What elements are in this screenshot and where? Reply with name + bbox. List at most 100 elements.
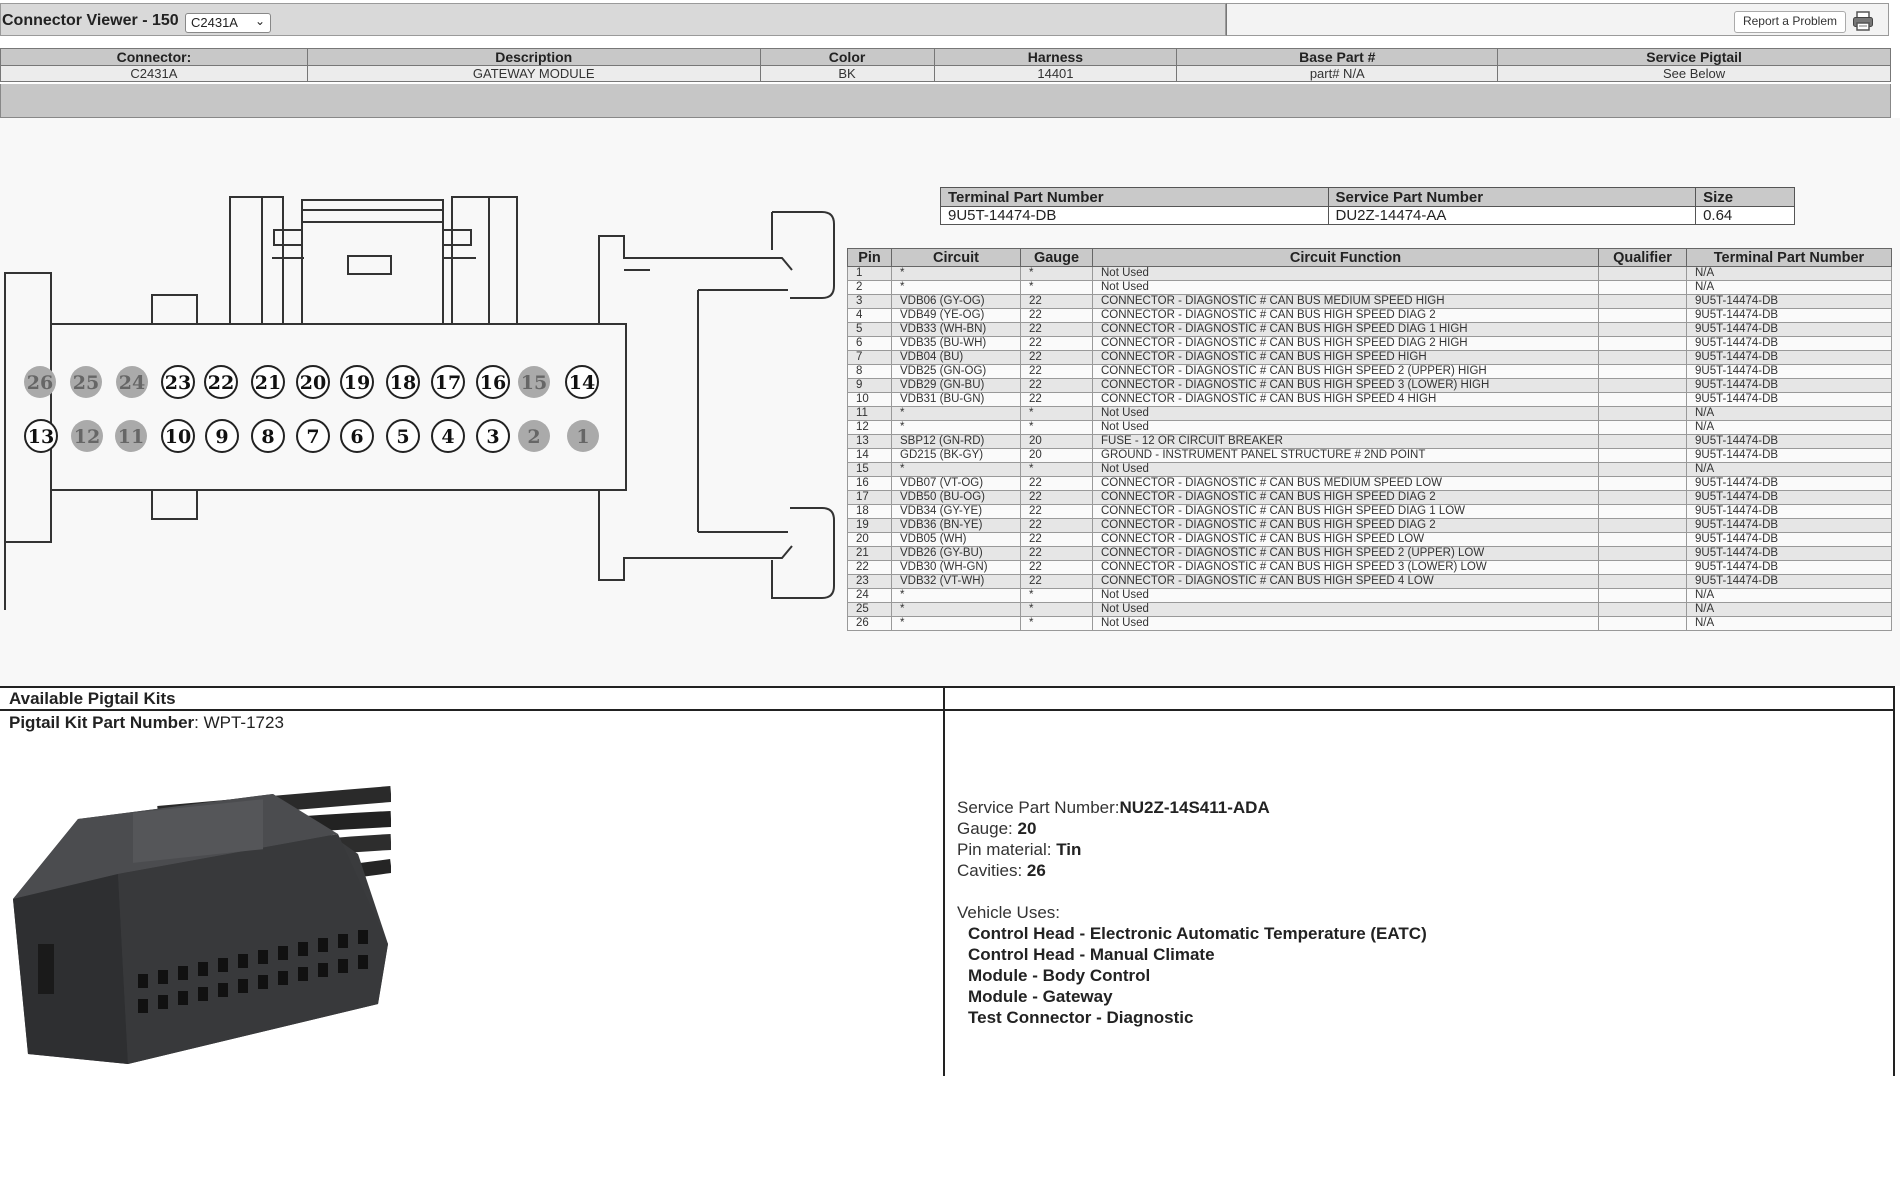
- terminal-cell: 9U5T-14474-DB: [1686, 378, 1892, 393]
- pin-table: Pin Circuit Gauge Circuit Function Quali…: [847, 248, 1892, 631]
- terminal-cell: N/A: [1686, 602, 1892, 617]
- qualifier-cell: [1598, 588, 1687, 603]
- circuit-cell: VDB33 (WH-BN): [891, 322, 1021, 337]
- circuit-cell: VDB26 (GY-BU): [891, 546, 1021, 561]
- table-row: 21 VDB26 (GY-BU) 22 CONNECTOR - DIAGNOSTIC …: [847, 546, 1892, 561]
- table-row: 14 GD215 (BK-GY) 20 GROUND - INSTRUMENT PAN…: [847, 448, 1892, 463]
- gauge-cell: 22: [1020, 364, 1093, 379]
- terminal-cell: 9U5T-14474-DB: [1686, 448, 1892, 463]
- table-row: 18 VDB34 (GY-YE) 22 CONNECTOR - DIAGNOSTIC …: [847, 504, 1892, 519]
- pin-7: 7: [296, 419, 330, 453]
- terminal-header-service: Service Part Number: [1327, 187, 1697, 207]
- pin-cell: 17: [847, 490, 892, 505]
- table-row: 3 VDB06 (GY-OG) 22 CONNECTOR - DIAGNOSTIC #…: [847, 294, 1892, 309]
- circuit-cell: *: [891, 602, 1021, 617]
- chevron-down-icon: ⌄: [254, 14, 265, 28]
- pin-material-line: Pin material: Tin: [957, 839, 1427, 860]
- toolbar-right: Report a Problem: [1226, 3, 1889, 36]
- qualifier-cell: [1598, 434, 1687, 449]
- pin-cell: 15: [847, 462, 892, 477]
- circuit-cell: *: [891, 280, 1021, 295]
- qualifier-cell: [1598, 364, 1687, 379]
- function-cell: GROUND - INSTRUMENT PANEL STRUCTURE # 2N…: [1092, 448, 1599, 463]
- gauge-cell: 22: [1020, 574, 1093, 589]
- circuit-cell: SBP12 (GN-RD): [891, 434, 1021, 449]
- header-service-pigtail: Service Pigtail: [1497, 48, 1891, 66]
- svg-text:22: 22: [208, 372, 234, 394]
- table-row: 16 VDB07 (VT-OG) 22 CONNECTOR - DIAGNOSTIC …: [847, 476, 1892, 491]
- report-problem-button[interactable]: Report a Problem: [1733, 11, 1846, 33]
- pin-20: 20: [296, 365, 330, 399]
- terminal-cell: 9U5T-14474-DB: [1686, 560, 1892, 575]
- connector-select[interactable]: C2431A ⌄: [185, 13, 271, 33]
- table-row: 19 VDB36 (BN-YE) 22 CONNECTOR - DIAGNOSTIC …: [847, 518, 1892, 533]
- qualifier-cell: [1598, 350, 1687, 365]
- pin-header-function: Circuit Function: [1092, 248, 1599, 267]
- base-part-value: part# N/A: [1176, 65, 1499, 82]
- function-cell: FUSE - 12 OR CIRCUIT BREAKER: [1092, 434, 1599, 449]
- pin-23: 23: [161, 365, 195, 399]
- table-row: 11 * * Not Used N/A: [847, 406, 1892, 421]
- function-cell: CONNECTOR - DIAGNOSTIC # CAN BUS HIGH SP…: [1092, 490, 1599, 505]
- pin-header-circuit: Circuit: [891, 248, 1021, 267]
- gauge-cell: *: [1020, 266, 1093, 281]
- qualifier-cell: [1598, 490, 1687, 505]
- table-row: 23 VDB32 (VT-WH) 22 CONNECTOR - DIAGNOSTIC …: [847, 574, 1892, 589]
- pin-cell: 1: [847, 266, 892, 281]
- svg-text:1: 1: [576, 426, 589, 448]
- terminal-cell: N/A: [1686, 616, 1892, 631]
- pin-cell: 9: [847, 378, 892, 393]
- circuit-cell: *: [891, 406, 1021, 421]
- gauge-cell: *: [1020, 616, 1093, 631]
- qualifier-cell: [1598, 476, 1687, 491]
- terminal-cell: 9U5T-14474-DB: [1686, 322, 1892, 337]
- pin-25: 25: [70, 366, 102, 398]
- pin-6: 6: [340, 419, 374, 453]
- pin-material-value: Tin: [1056, 840, 1082, 859]
- circuit-cell: VDB50 (BU-OG): [891, 490, 1021, 505]
- gauge-cell: *: [1020, 406, 1093, 421]
- pin-header-terminal: Terminal Part Number: [1686, 248, 1892, 267]
- svg-text:12: 12: [74, 426, 100, 448]
- service-part-line: Service Part Number:NU2Z-14S411-ADA: [957, 797, 1427, 818]
- pin-cell: 13: [847, 434, 892, 449]
- table-row: 7 VDB04 (BU) 22 CONNECTOR - DIAGNOSTIC # CA…: [847, 350, 1892, 365]
- function-cell: CONNECTOR - DIAGNOSTIC # CAN BUS MEDIUM …: [1092, 476, 1599, 491]
- vehicle-use-item: Module - Gateway: [968, 987, 1113, 1006]
- function-cell: Not Used: [1092, 280, 1599, 295]
- table-row: 12 * * Not Used N/A: [847, 420, 1892, 435]
- gauge-cell: *: [1020, 420, 1093, 435]
- qualifier-cell: [1598, 294, 1687, 309]
- service-part-value: NU2Z-14S411-ADA: [1119, 798, 1270, 817]
- svg-text:8: 8: [261, 426, 274, 448]
- pin-11: 11: [115, 420, 147, 452]
- function-cell: CONNECTOR - DIAGNOSTIC # CAN BUS HIGH SP…: [1092, 392, 1599, 407]
- cavities-label: Cavities:: [957, 861, 1023, 880]
- circuit-cell: VDB35 (BU-WH): [891, 336, 1021, 351]
- pin-cell: 2: [847, 280, 892, 295]
- terminal-size: 0.64: [1695, 206, 1795, 225]
- header-description: Description: [306, 48, 761, 66]
- svg-text:4: 4: [441, 426, 454, 448]
- header-color: Color: [759, 48, 935, 66]
- svg-text:10: 10: [165, 426, 191, 448]
- pigtail-details: Service Part Number:NU2Z-14S411-ADA Gaug…: [957, 797, 1427, 1028]
- gauge-cell: 22: [1020, 504, 1093, 519]
- terminal-cell: N/A: [1686, 420, 1892, 435]
- qualifier-cell: [1598, 560, 1687, 575]
- terminal-part-number: 9U5T-14474-DB: [940, 206, 1329, 225]
- table-row: 22 VDB30 (WH-GN) 22 CONNECTOR - DIAGNOSTIC …: [847, 560, 1892, 575]
- terminal-cell: 9U5T-14474-DB: [1686, 574, 1892, 589]
- description-value: GATEWAY MODULE: [306, 65, 761, 82]
- table-row: 20 VDB05 (WH) 22 CONNECTOR - DIAGNOSTIC # C…: [847, 532, 1892, 547]
- terminal-cell: 9U5T-14474-DB: [1686, 504, 1892, 519]
- pin-9: 9: [205, 419, 239, 453]
- pin-12: 12: [71, 420, 103, 452]
- print-icon[interactable]: [1852, 10, 1874, 32]
- svg-text:7: 7: [306, 426, 319, 448]
- function-cell: CONNECTOR - DIAGNOSTIC # CAN BUS HIGH SP…: [1092, 336, 1599, 351]
- circuit-cell: *: [891, 588, 1021, 603]
- qualifier-cell: [1598, 616, 1687, 631]
- cavities-value: 26: [1026, 861, 1046, 880]
- table-row: 5 VDB33 (WH-BN) 22 CONNECTOR - DIAGNOSTIC #…: [847, 322, 1892, 337]
